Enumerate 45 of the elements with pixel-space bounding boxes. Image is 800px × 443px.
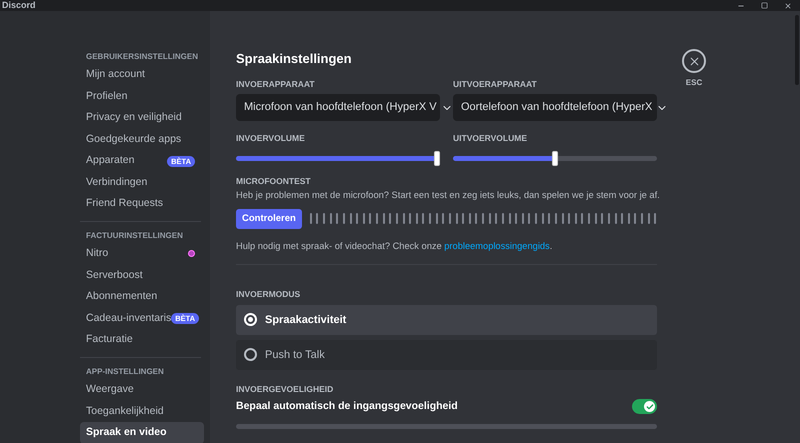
troubleshooting-link[interactable]: probleemoplossingengids (444, 240, 550, 251)
section-header: MICROFOONTEST (236, 175, 312, 188)
mic-test-description: Heb je problemen met de microfoon? Start een test en zeg iets leuks, dan spelen we je stem voor je af. (236, 189, 657, 202)
field-label: INVOERAPPARAAT (236, 78, 316, 91)
sidebar-item[interactable]: Goedgekeurde apps (80, 128, 201, 150)
volume-slider[interactable] (453, 150, 657, 166)
field-label: UITVOERVOLUME (453, 132, 528, 145)
sidebar-item[interactable]: Spraak en video (80, 422, 204, 443)
field-label: INVOERVOLUME (236, 132, 306, 145)
close-button[interactable] (682, 49, 706, 73)
section-header: FACTUURINSTELLINGEN (85, 230, 184, 242)
maximize-icon[interactable] (761, 2, 768, 8)
sidebar-item[interactable]: Facturatie (80, 330, 201, 352)
check-icon (646, 402, 654, 411)
sidebar-item[interactable]: Verbindingen (80, 172, 201, 194)
sidebar-item[interactable]: Nitro (80, 243, 201, 265)
window-title: Discord (1, 0, 36, 11)
field-label: UITVOERAPPARAAT (453, 78, 538, 91)
sidebar-item[interactable]: Toegankelijkheid (80, 400, 201, 422)
close-icon[interactable] (784, 2, 792, 10)
radio-icon (244, 313, 257, 326)
section-header: INVOERGEVOELIGHEID (236, 382, 334, 396)
section-header: APP-INSTELLINGEN (85, 366, 165, 378)
page-title: Spraakinstellingen (236, 50, 353, 68)
setting-label: Bepaal automatisch de ingangsgevoeligheid (236, 398, 458, 414)
esc-label: ESC (686, 77, 702, 89)
help-text: Hulp nodig met spraak- of videochat? Check onze probleemoplossingengids. (236, 240, 554, 253)
check-button[interactable]: Controleren (236, 208, 302, 229)
sidebar-item[interactable]: Friend Requests (80, 194, 201, 216)
toggle-switch[interactable] (632, 399, 657, 414)
radio-icon (244, 348, 257, 362)
volume-slider[interactable] (236, 150, 440, 166)
sidebar-item[interactable]: Mijn account (80, 64, 201, 86)
sidebar-item[interactable]: Abonnementen (80, 286, 201, 308)
section-header: GEBRUIKERSINSTELLINGEN (85, 51, 200, 63)
close-icon (688, 54, 700, 68)
radio-option[interactable]: Push to Talk (236, 340, 657, 370)
sidebar-item[interactable]: Weergave (80, 379, 201, 401)
sidebar-item[interactable]: Privacy en veiligheid (80, 107, 201, 129)
slider-thumb[interactable] (552, 150, 558, 166)
section-header: INVOERMODUS (236, 288, 302, 301)
sidebar-item[interactable]: Profielen (80, 86, 201, 108)
radio-option[interactable]: Spraakactiviteit (236, 304, 657, 335)
slider-thumb[interactable] (434, 150, 440, 166)
sidebar-item[interactable]: Serverboost (80, 264, 201, 286)
